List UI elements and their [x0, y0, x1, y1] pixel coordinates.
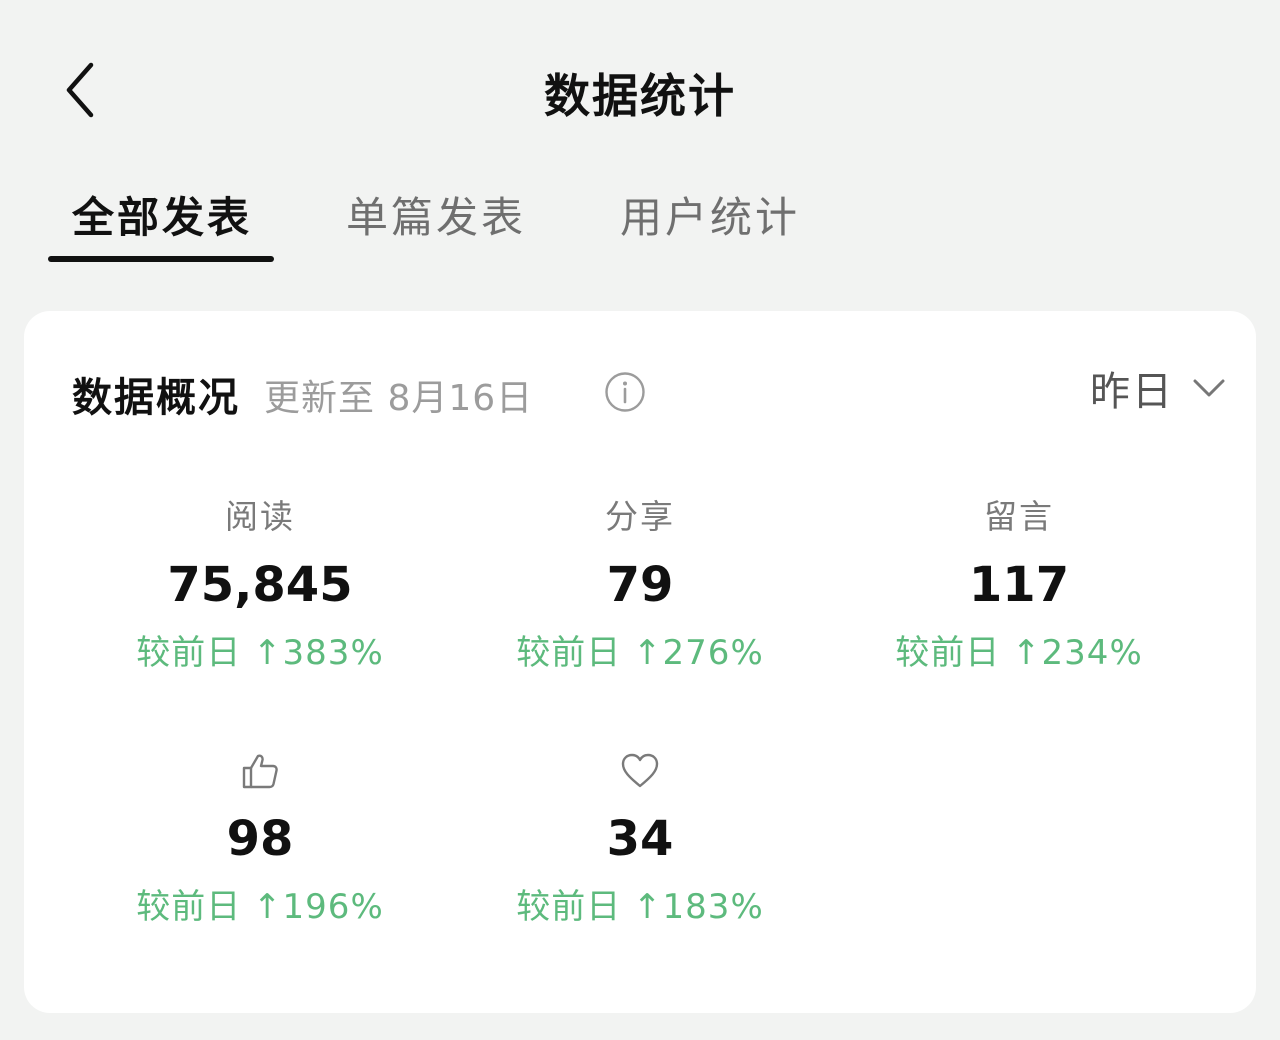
- active-tab-indicator: [48, 256, 274, 262]
- metric-icon-wrap: [450, 749, 830, 793]
- metric-change: 较前日 ↑276%: [516, 633, 764, 673]
- metric-label: 留言: [984, 497, 1054, 536]
- metric-change: 较前日 ↑383%: [136, 633, 384, 673]
- period-label: 昨日: [1090, 369, 1174, 415]
- info-icon[interactable]: [604, 371, 646, 413]
- metric-icon-wrap: [70, 749, 450, 793]
- metric-reads: 阅读 75,845 较前日 ↑383%: [70, 495, 450, 674]
- metric-value: 34: [606, 811, 674, 867]
- metric-comments: 留言 117 较前日 ↑234%: [829, 495, 1209, 674]
- tab-single-post[interactable]: 单篇发表: [346, 184, 526, 245]
- top-navigation-bar: 数据统计: [0, 0, 1280, 180]
- heart-icon: [621, 753, 659, 788]
- metric-change: 较前日 ↑234%: [895, 633, 1143, 673]
- chevron-down-icon: [1193, 379, 1225, 397]
- metric-value: 98: [226, 811, 294, 867]
- page-title: 数据统计: [544, 69, 736, 123]
- thumbs-up-icon: [242, 754, 278, 789]
- metric-change: 较前日 ↑183%: [516, 887, 764, 927]
- card-header: 数据概况 更新至 8月16日 昨日: [72, 363, 1226, 423]
- update-date-text: 更新至 8月16日: [264, 378, 534, 419]
- metric-value: 79: [606, 557, 674, 613]
- metric-value: 117: [968, 557, 1070, 613]
- data-overview-card: 数据概况 更新至 8月16日 昨日 阅读 75,845 较前日 ↑383% 分享…: [24, 311, 1256, 1013]
- metric-likes: 98 较前日 ↑196%: [70, 749, 450, 928]
- metric-label: 阅读: [225, 497, 295, 536]
- metric-value: 75,845: [167, 557, 353, 613]
- card-title: 数据概况: [72, 375, 240, 421]
- metric-favorites: 34 较前日 ↑183%: [450, 749, 830, 928]
- metric-shares: 分享 79 较前日 ↑276%: [450, 495, 830, 674]
- tab-user-stats[interactable]: 用户统计: [620, 184, 800, 245]
- metric-label: 分享: [605, 497, 675, 536]
- tab-all-posts[interactable]: 全部发表: [72, 184, 252, 245]
- metric-change: 较前日 ↑196%: [136, 887, 384, 927]
- period-selector[interactable]: 昨日: [1090, 363, 1226, 415]
